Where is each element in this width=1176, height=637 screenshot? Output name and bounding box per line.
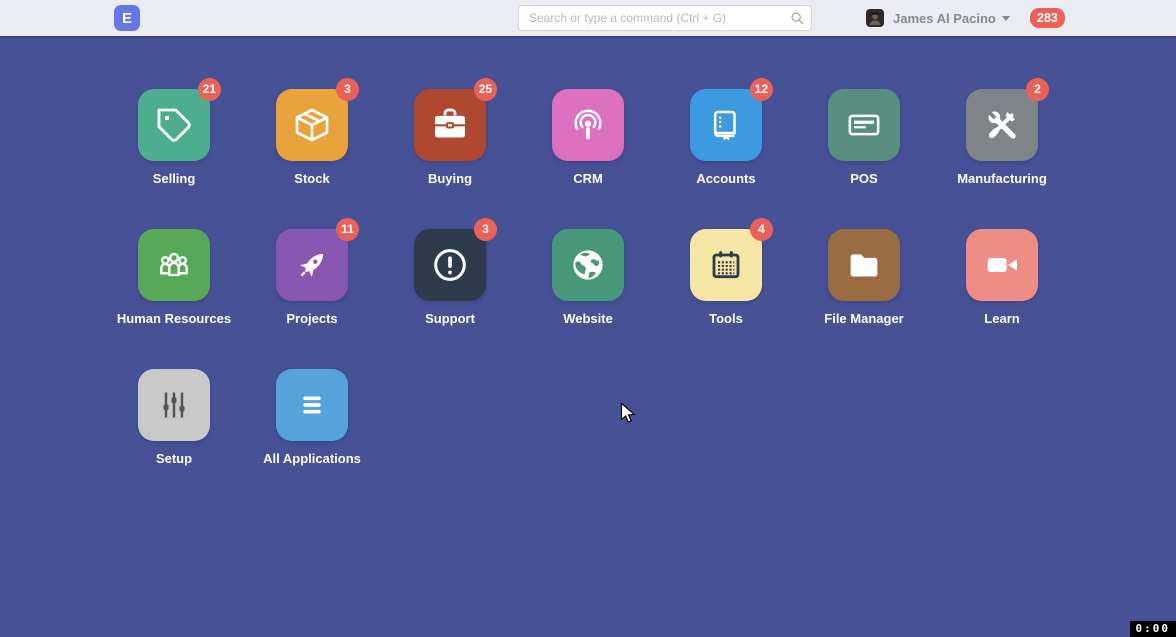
people-icon bbox=[154, 245, 194, 285]
app-label: Setup bbox=[156, 451, 192, 466]
app-label: Stock bbox=[294, 171, 329, 186]
folder-icon bbox=[844, 245, 884, 285]
rocket-icon bbox=[292, 245, 332, 285]
app-notification-badge: 2 bbox=[1026, 78, 1049, 101]
app-cell: 2 Manufacturing bbox=[933, 89, 1071, 229]
app-label: Human Resources bbox=[117, 311, 231, 326]
app-logo[interactable]: E bbox=[114, 5, 140, 31]
app-cell: POS bbox=[795, 89, 933, 229]
app-label: Tools bbox=[709, 311, 743, 326]
app-cell: 11 Projects bbox=[243, 229, 381, 369]
app-label: Buying bbox=[428, 171, 472, 186]
app-label: Projects bbox=[286, 311, 337, 326]
app-tile-projects[interactable]: 11 bbox=[276, 229, 348, 301]
app-tile-setup[interactable] bbox=[138, 369, 210, 441]
app-cell: Website bbox=[519, 229, 657, 369]
app-tile-selling[interactable]: 21 bbox=[138, 89, 210, 161]
credit-card-icon bbox=[844, 105, 884, 145]
broadcast-person-icon bbox=[568, 105, 608, 145]
app-tile-manufacturing[interactable]: 2 bbox=[966, 89, 1038, 161]
calendar-icon bbox=[706, 245, 746, 285]
app-cell: 3 Stock bbox=[243, 89, 381, 229]
app-label: All Applications bbox=[263, 451, 361, 466]
video-camera-icon bbox=[982, 245, 1022, 285]
mouse-cursor bbox=[620, 402, 636, 425]
app-notification-badge: 3 bbox=[474, 218, 497, 241]
box-icon bbox=[292, 105, 332, 145]
app-tile-learn[interactable] bbox=[966, 229, 1038, 301]
app-tile-pos[interactable] bbox=[828, 89, 900, 161]
wrench-screwdriver-icon bbox=[982, 105, 1022, 145]
user-avatar bbox=[866, 9, 884, 27]
recording-timer: 0:00 bbox=[1130, 621, 1176, 637]
app-cell: Learn bbox=[933, 229, 1071, 369]
briefcase-icon bbox=[430, 105, 470, 145]
app-notification-badge: 11 bbox=[336, 218, 359, 241]
app-tile-stock[interactable]: 3 bbox=[276, 89, 348, 161]
app-label: Website bbox=[563, 311, 613, 326]
app-cell: Human Resources bbox=[105, 229, 243, 369]
app-cell: All Applications bbox=[243, 369, 381, 509]
app-label: CRM bbox=[573, 171, 603, 186]
app-tile-tools[interactable]: 4 bbox=[690, 229, 762, 301]
app-tile-buying[interactable]: 25 bbox=[414, 89, 486, 161]
app-label: File Manager bbox=[824, 311, 903, 326]
app-cell: 12 Accounts bbox=[657, 89, 795, 229]
app-cell: CRM bbox=[519, 89, 657, 229]
app-label: Learn bbox=[984, 311, 1019, 326]
app-tile-all-applications[interactable] bbox=[276, 369, 348, 441]
app-label: POS bbox=[850, 171, 877, 186]
app-label: Selling bbox=[153, 171, 196, 186]
app-tile-file-manager[interactable] bbox=[828, 229, 900, 301]
chevron-down-icon bbox=[1002, 16, 1010, 21]
app-cell: File Manager bbox=[795, 229, 933, 369]
app-cell: 21 Selling bbox=[105, 89, 243, 229]
app-grid: 21 Selling 3 Stock 25 Buying CRM 12 Acco… bbox=[105, 89, 1071, 509]
top-navbar: E James Al Pacino 283 bbox=[0, 0, 1176, 38]
app-label: Support bbox=[425, 311, 475, 326]
menu-icon bbox=[292, 385, 332, 425]
user-name: James Al Pacino bbox=[893, 11, 996, 26]
user-menu[interactable]: James Al Pacino bbox=[866, 9, 1010, 27]
app-notification-badge: 21 bbox=[198, 78, 221, 101]
app-cell: 25 Buying bbox=[381, 89, 519, 229]
globe-icon bbox=[568, 245, 608, 285]
global-search bbox=[518, 5, 812, 31]
app-tile-website[interactable] bbox=[552, 229, 624, 301]
search-input[interactable] bbox=[518, 5, 812, 31]
app-notification-badge: 12 bbox=[750, 78, 773, 101]
app-notification-badge: 3 bbox=[336, 78, 359, 101]
ledger-book-icon bbox=[706, 105, 746, 145]
app-label: Accounts bbox=[696, 171, 755, 186]
sliders-icon bbox=[154, 385, 194, 425]
search-icon[interactable] bbox=[790, 11, 805, 26]
app-cell: 4 Tools bbox=[657, 229, 795, 369]
tag-icon bbox=[154, 105, 194, 145]
issue-icon bbox=[430, 245, 470, 285]
app-label: Manufacturing bbox=[957, 171, 1047, 186]
app-tile-support[interactable]: 3 bbox=[414, 229, 486, 301]
app-tile-accounts[interactable]: 12 bbox=[690, 89, 762, 161]
app-cell: Setup bbox=[105, 369, 243, 509]
app-notification-badge: 4 bbox=[750, 218, 773, 241]
app-cell: 3 Support bbox=[381, 229, 519, 369]
app-notification-badge: 25 bbox=[474, 78, 497, 101]
app-tile-human-resources[interactable] bbox=[138, 229, 210, 301]
notification-count-badge[interactable]: 283 bbox=[1030, 8, 1065, 28]
app-tile-crm[interactable] bbox=[552, 89, 624, 161]
